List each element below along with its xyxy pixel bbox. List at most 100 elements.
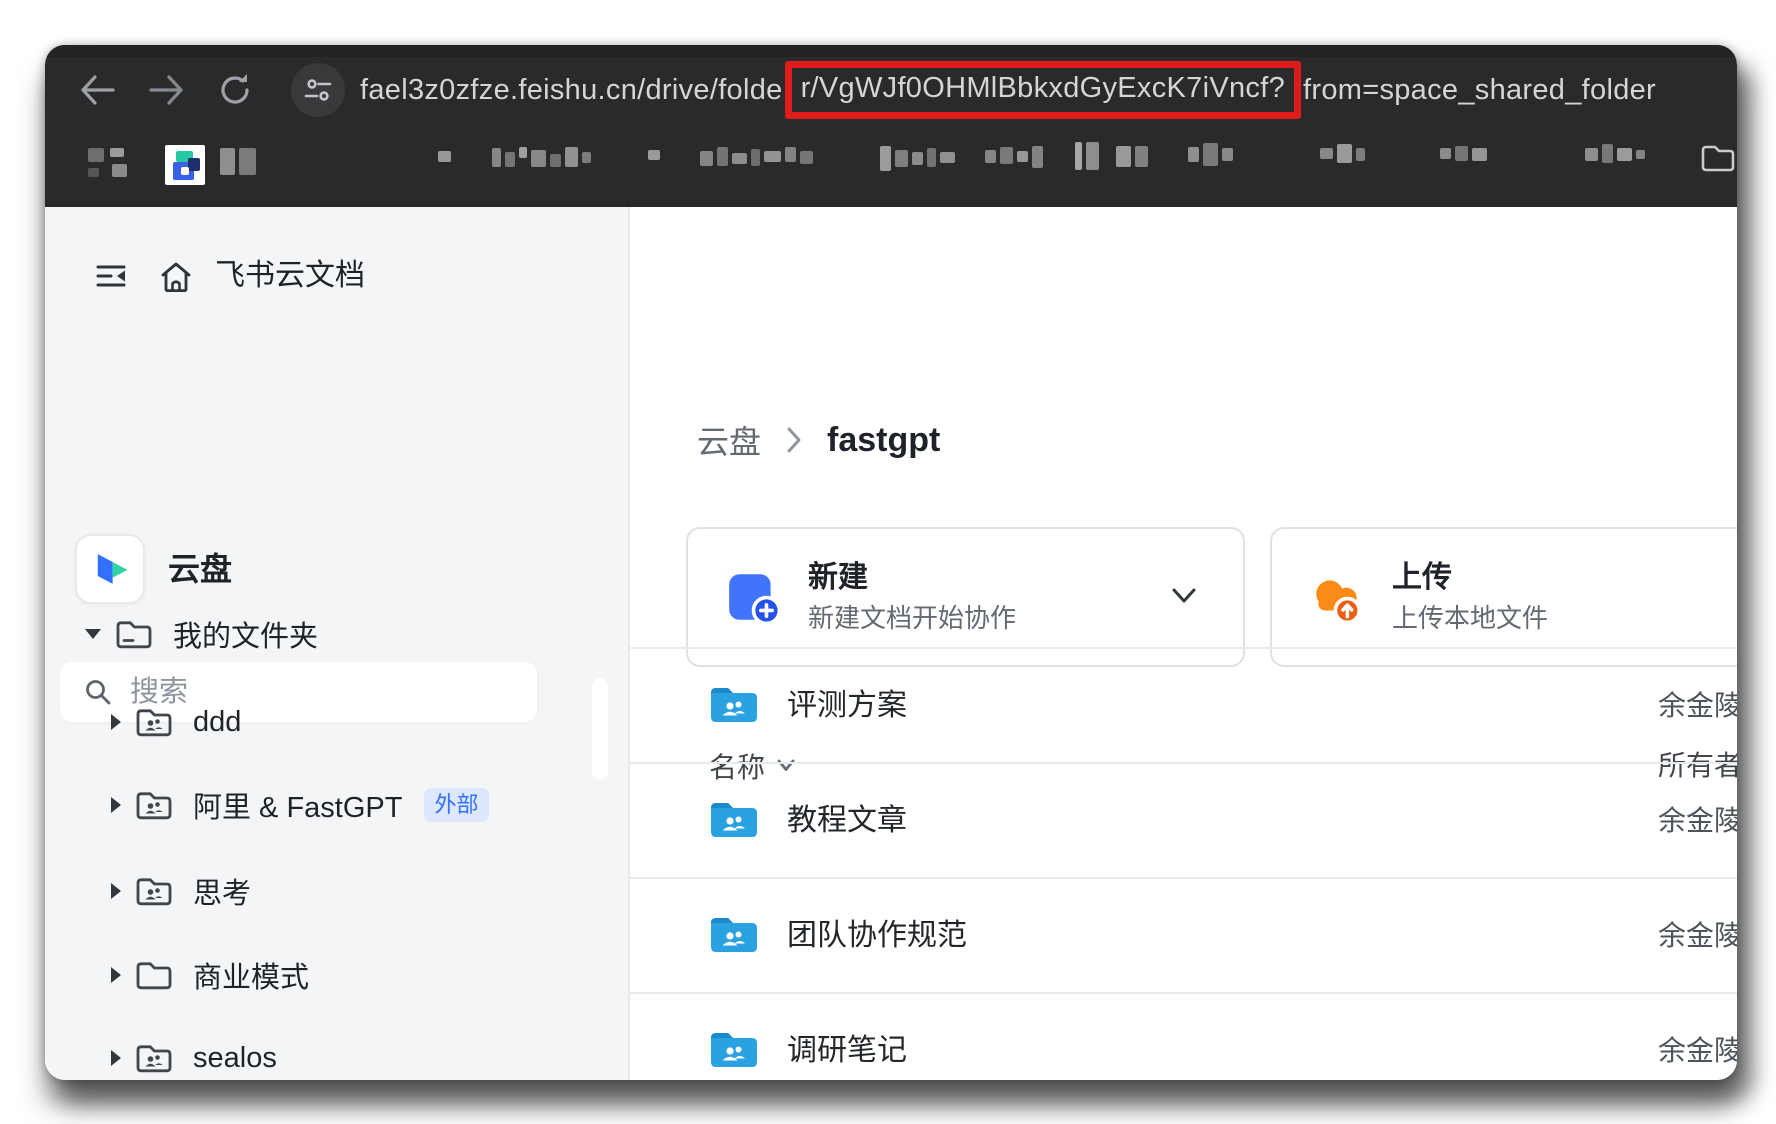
tree-caret-icon[interactable]	[111, 797, 121, 813]
upload-subtitle: 上传本地文件	[1392, 601, 1548, 635]
upload-button[interactable]: 上传 上传本地文件	[1270, 527, 1737, 667]
bookmark-item-redacted[interactable]	[1086, 142, 1099, 170]
file-name[interactable]: 评测方案	[787, 649, 907, 762]
back-button[interactable]	[73, 66, 121, 114]
bookmark-item-redacted[interactable]	[895, 150, 908, 167]
shared-folder-icon	[135, 1042, 173, 1074]
bookmark-item-redacted[interactable]	[700, 151, 713, 166]
bookmark-item-redacted[interactable]	[912, 152, 923, 165]
home-icon	[158, 260, 194, 294]
bookmark-item-redacted[interactable]	[800, 151, 813, 164]
bookmark-item-redacted[interactable]	[505, 152, 515, 167]
bookmark-item-redacted[interactable]	[565, 147, 578, 167]
forward-button[interactable]	[143, 66, 191, 114]
tree-item[interactable]: 阿里 & FastGPT 外部	[45, 780, 694, 830]
bookmark-item-redacted[interactable]	[717, 147, 728, 166]
bookmark-item-redacted[interactable]	[110, 148, 124, 157]
reload-button[interactable]	[211, 66, 259, 114]
bookmark-item-redacted[interactable]	[764, 151, 781, 162]
bookmark-item-redacted[interactable]	[1337, 144, 1352, 163]
browser-chrome: fael3z0zfze.feishu.cn/drive/folder/VgWJf…	[45, 45, 1737, 207]
bookmark-item-redacted[interactable]	[1017, 151, 1028, 162]
bookmark-item-redacted[interactable]	[1440, 148, 1451, 159]
file-name[interactable]: 调研笔记	[787, 994, 907, 1080]
drive-logo[interactable]	[75, 534, 145, 604]
bookmark-item-redacted[interactable]	[1032, 146, 1043, 168]
bookmark-item-redacted[interactable]	[1320, 148, 1333, 159]
file-row[interactable]: 团队协作规范 余金陵	[630, 877, 1737, 992]
bookmark-item-redacted[interactable]	[492, 148, 501, 167]
tree-item-label: 思考	[193, 870, 251, 912]
bookmark-item-redacted[interactable]	[1617, 148, 1632, 161]
bookmark-item-redacted[interactable]	[880, 146, 891, 171]
bookmark-item-redacted[interactable]	[88, 148, 104, 162]
bookmark-item-redacted[interactable]	[181, 167, 189, 175]
bookmark-item-redacted[interactable]	[531, 150, 546, 167]
bookmark-item-redacted[interactable]	[1636, 150, 1645, 159]
bookmark-item-redacted[interactable]	[985, 150, 996, 163]
file-owner: 余金陵	[1658, 764, 1737, 877]
bookmark-item-redacted[interactable]	[785, 147, 796, 162]
new-document-button[interactable]: 新建 新建文档开始协作	[686, 527, 1245, 667]
tree-item-label: 阿里 & FastGPT	[193, 784, 402, 826]
tree-caret-icon[interactable]	[111, 1050, 121, 1066]
file-name[interactable]: 团队协作规范	[787, 879, 967, 992]
bookmark-item-redacted[interactable]	[582, 152, 591, 163]
bookmarks-overflow-folder[interactable]	[1700, 143, 1736, 178]
bookmark-item-redacted[interactable]	[1472, 148, 1487, 161]
bookmark-item-redacted[interactable]	[732, 153, 747, 164]
site-settings-button[interactable]	[291, 63, 345, 117]
file-owner: 余金陵	[1658, 994, 1737, 1080]
tree-item[interactable]: 我的文件夹	[45, 609, 668, 659]
bookmark-item-redacted[interactable]	[519, 147, 527, 158]
bookmark-item-redacted[interactable]	[927, 148, 936, 167]
file-row[interactable]: 评测方案 余金陵	[630, 647, 1737, 762]
tree-caret-icon[interactable]	[111, 883, 121, 899]
tree-item-label: 商业模式	[193, 954, 309, 996]
tree-caret-icon[interactable]	[85, 629, 101, 639]
bookmark-item-redacted[interactable]	[438, 151, 451, 162]
tune-icon	[303, 76, 333, 104]
bookmark-item-redacted[interactable]	[940, 152, 955, 163]
bookmark-item-redacted[interactable]	[751, 149, 760, 166]
bookmark-item-redacted[interactable]	[1188, 147, 1199, 162]
drive-label[interactable]: 云盘	[168, 542, 232, 596]
tree-caret-icon[interactable]	[111, 967, 121, 983]
url-bar[interactable]: fael3z0zfze.feishu.cn/drive/folder/VgWJf…	[360, 45, 1656, 135]
bookmark-item-redacted[interactable]	[88, 168, 99, 177]
bookmark-item-redacted[interactable]	[550, 154, 561, 167]
new-doc-title: 新建	[808, 559, 1016, 597]
tree-item[interactable]: 思考	[45, 866, 694, 916]
breadcrumb-current: fastgpt	[827, 421, 940, 460]
new-doc-dropdown-chevron-icon[interactable]	[1169, 585, 1199, 612]
bookmark-item-redacted[interactable]	[1116, 146, 1131, 167]
bookmark-item-redacted[interactable]	[1075, 142, 1082, 170]
bookmark-item-redacted[interactable]	[1222, 148, 1233, 161]
tree-item[interactable]: sealos	[45, 1033, 694, 1080]
bookmark-item-redacted[interactable]	[1585, 148, 1598, 161]
bookmark-item-redacted[interactable]	[1135, 146, 1148, 167]
tree-item[interactable]: ddd	[45, 697, 694, 747]
bookmark-item-redacted[interactable]	[648, 150, 660, 160]
tree-caret-icon[interactable]	[111, 714, 121, 730]
file-row[interactable]: 调研笔记 余金陵	[630, 992, 1737, 1080]
file-name[interactable]: 教程文章	[787, 764, 907, 877]
browser-window: fael3z0zfze.feishu.cn/drive/folder/VgWJf…	[45, 45, 1737, 1080]
bookmark-item-redacted[interactable]	[1000, 147, 1013, 164]
home-button[interactable]	[158, 260, 194, 299]
tree-item[interactable]: 商业模式	[45, 950, 694, 1000]
url-highlighted-text: r/VgWJf0OHMlBbkxdGyExcK7iVncf?	[801, 72, 1285, 104]
collapse-sidebar-button[interactable]	[95, 263, 129, 296]
breadcrumb-root[interactable]: 云盘	[697, 417, 761, 463]
bookmark-item-redacted[interactable]	[1203, 143, 1218, 166]
bookmark-item-redacted[interactable]	[220, 148, 235, 175]
bookmark-item-redacted[interactable]	[112, 164, 127, 177]
bookmark-item-redacted[interactable]	[1356, 148, 1365, 161]
file-row[interactable]: 教程文章 余金陵	[630, 762, 1737, 877]
bookmark-item-redacted[interactable]	[1455, 146, 1468, 161]
sidebar: 飞书云文档 云盘	[45, 207, 630, 1080]
bookmark-item-redacted[interactable]	[1602, 144, 1613, 163]
bookmark-item-redacted[interactable]	[188, 158, 200, 171]
tree-item-label: ddd	[193, 706, 241, 739]
bookmark-item-redacted[interactable]	[239, 148, 256, 175]
